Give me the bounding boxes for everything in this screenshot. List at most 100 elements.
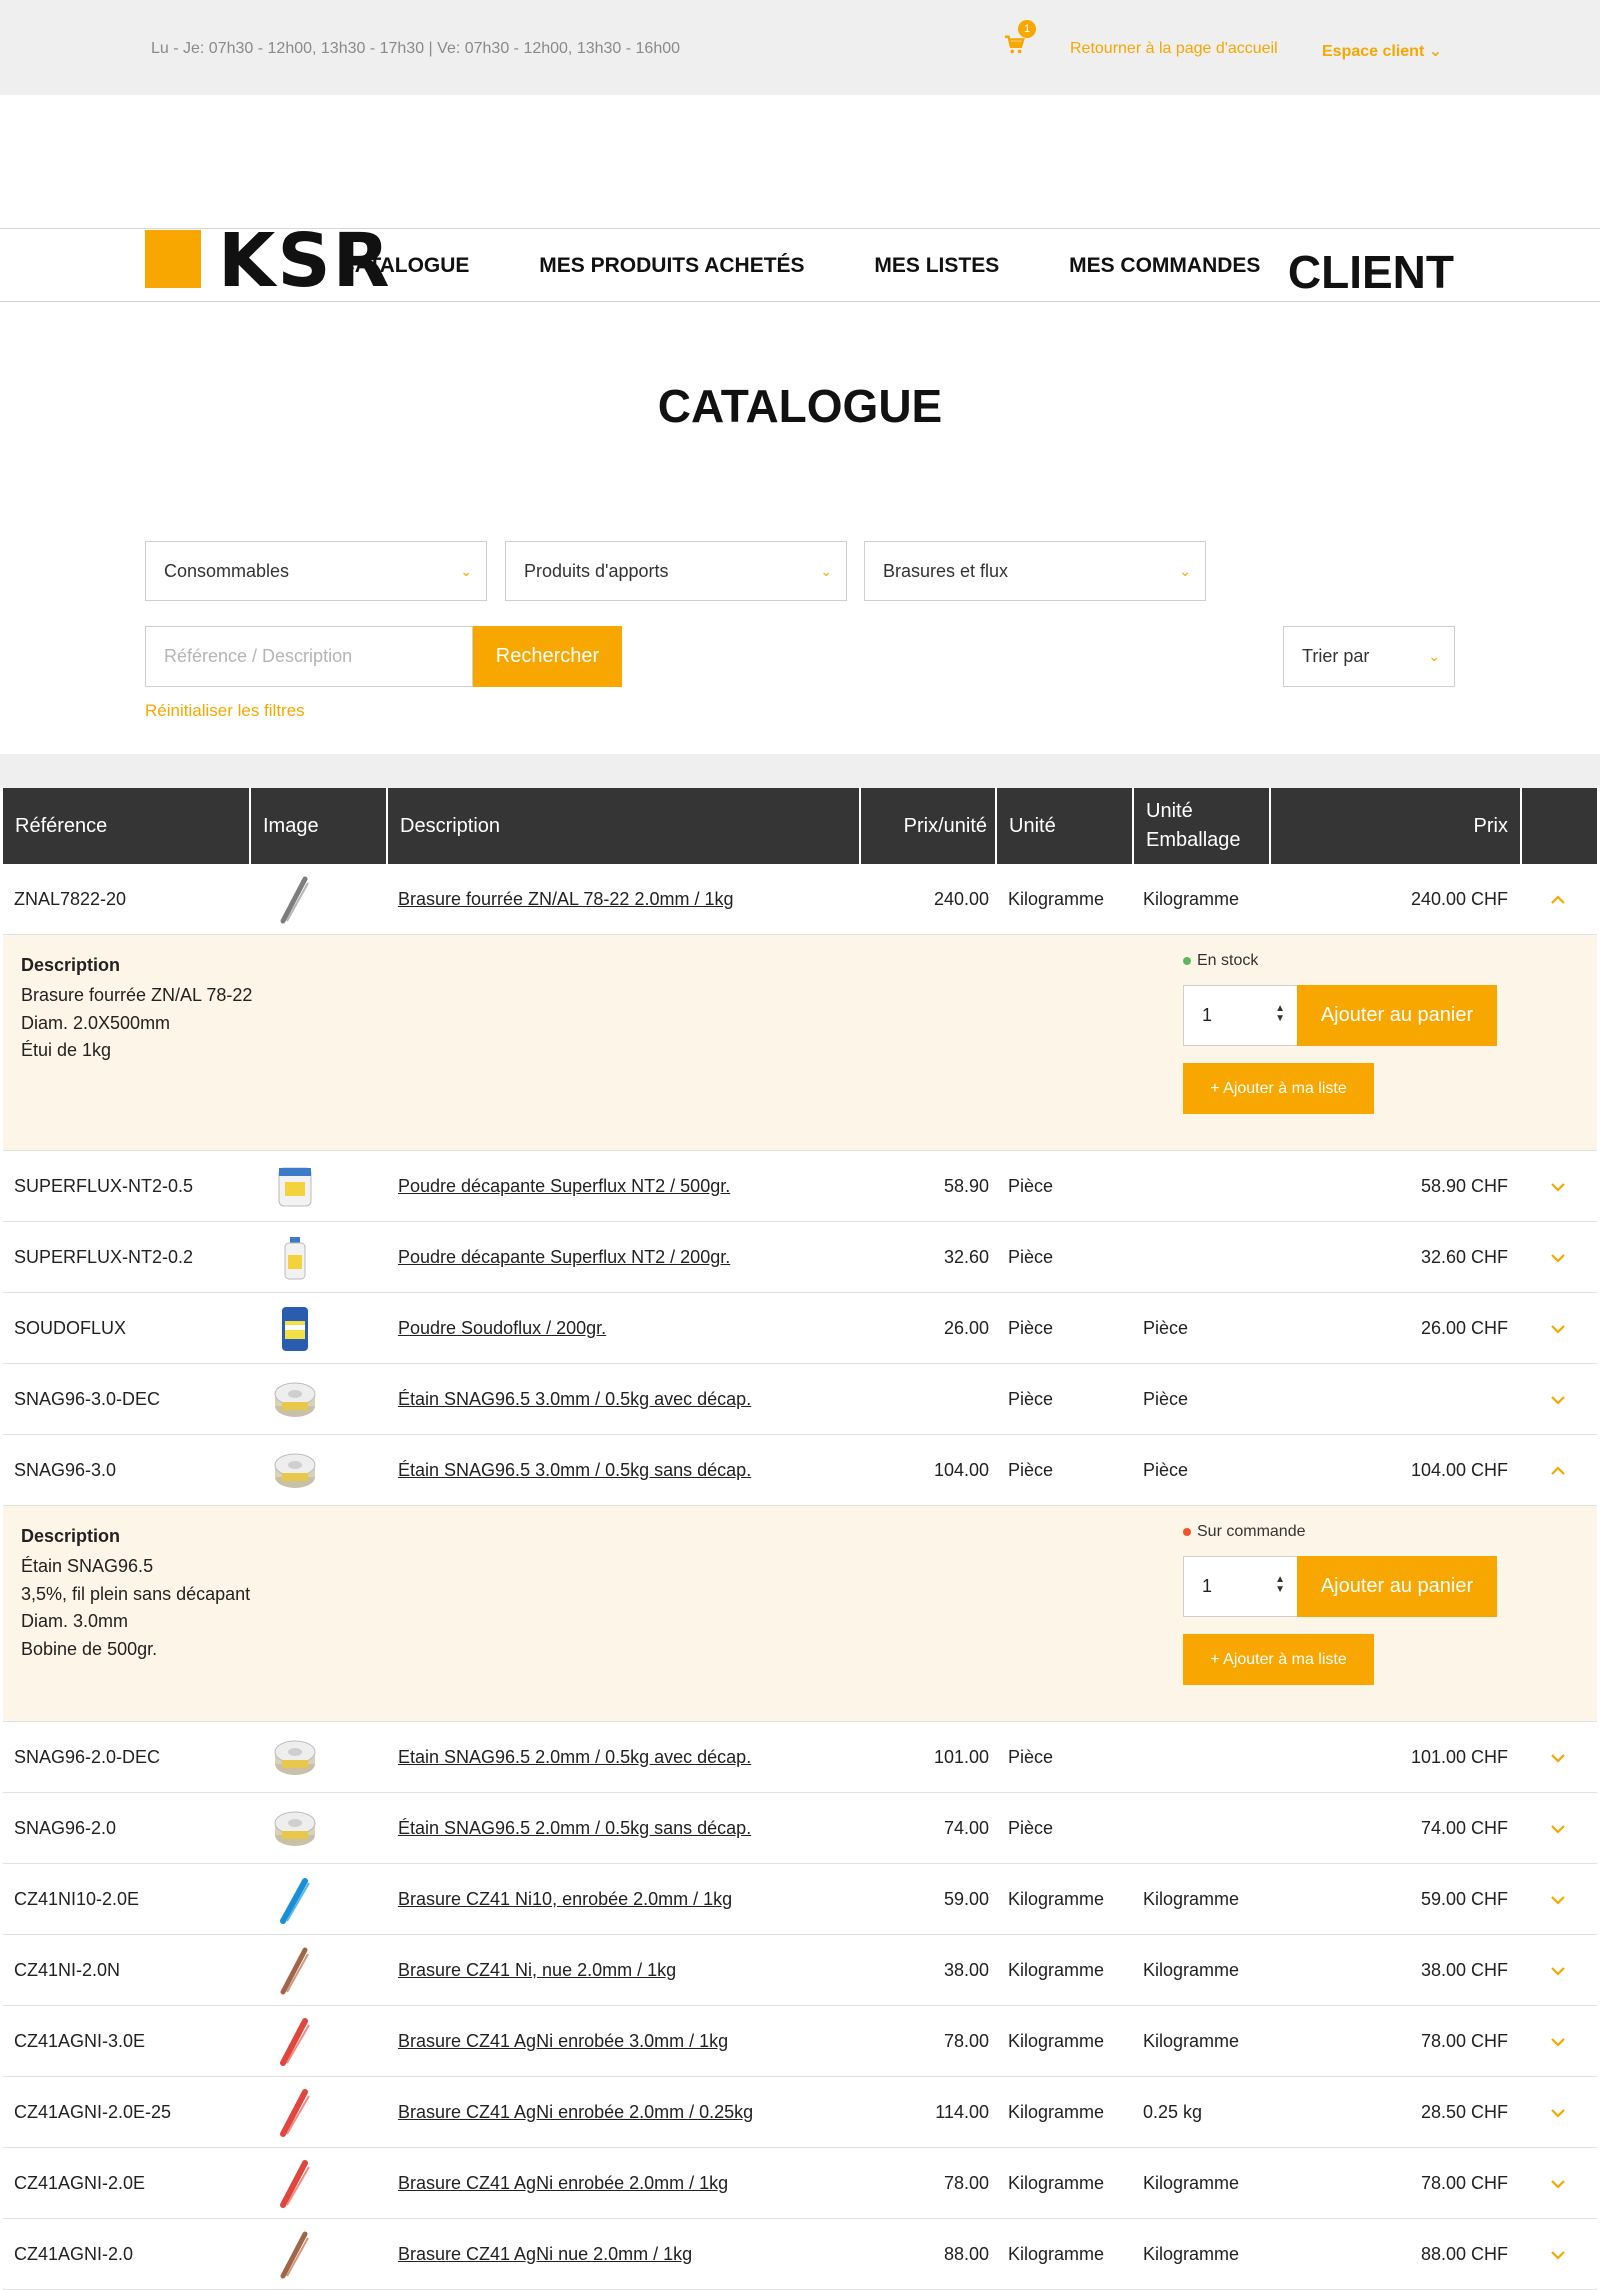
product-description-link[interactable]: Brasure CZ41 AgNi enrobée 2.0mm / 0.25kg [398, 2077, 753, 2148]
table-row[interactable]: SNAG96-3.0-DEC Étain SNAG96.5 3.0mm / 0.… [3, 1364, 1597, 1435]
product-description-link[interactable]: Brasure CZ41 Ni, nue 2.0mm / 1kg [398, 1935, 676, 2006]
search-button[interactable]: Rechercher [473, 626, 622, 687]
product-description-link[interactable]: Etain SNAG96.5 2.0mm / 0.5kg avec décap. [398, 1722, 751, 1793]
add-to-cart-button[interactable]: Ajouter au panier [1297, 985, 1497, 1046]
table-row[interactable]: SNAG96-3.0 Étain SNAG96.5 3.0mm / 0.5kg … [3, 1435, 1597, 1506]
table-row[interactable]: CZ41AGNI-2.0E-25 Brasure CZ41 AgNi enrob… [3, 2077, 1597, 2148]
product-description-link[interactable]: Brasure CZ41 Ni10, enrobée 2.0mm / 1kg [398, 1864, 732, 1935]
chevron-down-icon[interactable] [1543, 1864, 1573, 1935]
top-bar: Lu - Je: 07h30 - 12h00, 13h30 - 17h30 | … [0, 0, 1600, 95]
logo[interactable]: KSR [218, 218, 392, 304]
nav-mes-produits-achetes[interactable]: MES PRODUITS ACHETÉS [539, 229, 804, 302]
chevron-down-icon[interactable] [1543, 1722, 1573, 1793]
spinner-icon[interactable]: ▲ ▼ [1275, 1004, 1285, 1024]
table-row[interactable]: CZ41AGNI-2.0 Brasure CZ41 AgNi nue 2.0mm… [3, 2219, 1597, 2290]
product-description-link[interactable]: Poudre Soudoflux / 200gr. [398, 1293, 606, 1364]
detail-text: Étain SNAG96.5 3,5%, fil plein sans décap… [21, 1553, 250, 1663]
row-unit-price: 78.00 [943, 2173, 989, 2193]
table-row[interactable]: ZNAL7822-20 Brasure fourrée ZN/AL 78-22 … [3, 864, 1597, 935]
home-link[interactable]: Retourner à la page d'accueil [1070, 40, 1278, 58]
product-thumbnail[interactable] [265, 2219, 325, 2290]
detail-line: 3,5%, fil plein sans décapant [21, 1583, 251, 1604]
row-price: 240.00 CHF [1410, 889, 1508, 909]
stock-dot-icon [1183, 1527, 1191, 1536]
row-price: 101.00 CHF [1410, 1747, 1508, 1767]
search-input[interactable]: Référence / Description [145, 626, 473, 687]
reset-filters-link[interactable]: Réinitialiser les filtres [145, 701, 305, 721]
product-description-link[interactable]: Brasure CZ41 AgNi nue 2.0mm / 1kg [398, 2219, 692, 2290]
product-description-link[interactable]: Poudre décapante Superflux NT2 / 200gr. [398, 1222, 730, 1293]
product-thumbnail[interactable] [265, 1435, 325, 1506]
product-description-link[interactable]: Poudre décapante Superflux NT2 / 500gr. [398, 1151, 730, 1222]
col-header-prix[interactable]: Prix [1271, 788, 1522, 864]
chevron-up-icon[interactable] [1543, 864, 1573, 935]
nav-mes-listes[interactable]: MES LISTES [874, 229, 999, 302]
add-to-list-button[interactable]: + Ajouter à ma liste [1183, 1634, 1374, 1685]
row-packaging-unit: Pièce [1143, 1318, 1189, 1338]
product-description-link[interactable]: Étain SNAG96.5 3.0mm / 0.5kg avec décap. [398, 1364, 751, 1435]
chevron-down-icon[interactable] [1543, 1364, 1573, 1435]
row-unit: Kilogramme [1008, 889, 1105, 909]
quantity-stepper[interactable]: 1 ▲ ▼ [1183, 985, 1298, 1046]
chevron-down-icon[interactable] [1543, 2219, 1573, 2290]
row-packaging-unit: Kilogramme [1143, 2244, 1240, 2264]
chevron-down-icon[interactable] [1543, 2148, 1573, 2219]
col-header-description[interactable]: Description [388, 788, 861, 864]
chevron-down-icon[interactable] [1543, 1293, 1573, 1364]
espace-client-menu[interactable]: Espace client ⌄ [1322, 41, 1442, 61]
product-thumbnail[interactable] [265, 1935, 325, 2006]
chevron-down-icon[interactable] [1543, 1935, 1573, 2006]
catalogue-table: Référence Image Description Prix/unité U… [3, 788, 1597, 2290]
product-thumbnail[interactable] [265, 1722, 325, 1793]
product-thumbnail[interactable] [265, 1151, 325, 1222]
table-row[interactable]: SNAG96-2.0 Étain SNAG96.5 2.0mm / 0.5kg … [3, 1793, 1597, 1864]
row-detail-panel: Description Brasure fourrée ZN/AL 78-22 D… [3, 935, 1597, 1151]
family-select[interactable]: Brasures et flux ⌄ [864, 541, 1206, 601]
product-description-link[interactable]: Brasure CZ41 AgNi enrobée 2.0mm / 1kg [398, 2148, 728, 2219]
row-unit-price: 59.00 [943, 1889, 989, 1909]
col-header-prix-unite[interactable]: Prix/unité [861, 788, 997, 864]
row-unit: Kilogramme [1008, 2102, 1105, 2122]
table-row[interactable]: CZ41AGNI-2.0E Brasure CZ41 AgNi enrobée … [3, 2148, 1597, 2219]
table-row[interactable]: CZ41AGNI-3.0E Brasure CZ41 AgNi enrobée … [3, 2006, 1597, 2077]
chevron-down-icon[interactable] [1543, 1793, 1573, 1864]
chevron-down-icon[interactable] [1543, 1222, 1573, 1293]
quantity-stepper[interactable]: 1 ▲ ▼ [1183, 1556, 1298, 1617]
product-thumbnail[interactable] [265, 2148, 325, 2219]
row-unit: Kilogramme [1008, 1960, 1105, 1980]
product-thumbnail[interactable] [265, 1293, 325, 1364]
col-header-reference[interactable]: Référence [3, 788, 251, 864]
row-unit: Kilogramme [1008, 2031, 1105, 2051]
product-thumbnail[interactable] [265, 864, 325, 935]
product-thumbnail[interactable] [265, 2006, 325, 2077]
nav-mes-commandes[interactable]: MES COMMANDES [1069, 229, 1260, 302]
chevron-down-icon[interactable] [1543, 2006, 1573, 2077]
add-to-list-button[interactable]: + Ajouter à ma liste [1183, 1063, 1374, 1114]
row-unit-price: 78.00 [943, 2031, 989, 2051]
product-description-link[interactable]: Étain SNAG96.5 2.0mm / 0.5kg sans décap. [398, 1793, 751, 1864]
product-description-link[interactable]: Étain SNAG96.5 3.0mm / 0.5kg sans décap. [398, 1435, 751, 1506]
product-thumbnail[interactable] [265, 1364, 325, 1435]
table-row[interactable]: SUPERFLUX-NT2-0.2 Poudre décapante Super… [3, 1222, 1597, 1293]
table-row[interactable]: CZ41NI-2.0N Brasure CZ41 Ni, nue 2.0mm /… [3, 1935, 1597, 2006]
product-thumbnail[interactable] [265, 1864, 325, 1935]
chevron-down-icon[interactable] [1543, 1151, 1573, 1222]
table-row[interactable]: SUPERFLUX-NT2-0.5 Poudre décapante Super… [3, 1151, 1597, 1222]
chevron-up-icon[interactable] [1543, 1435, 1573, 1506]
product-thumbnail[interactable] [265, 1793, 325, 1864]
subcategory-select[interactable]: Produits d'apports ⌄ [505, 541, 847, 601]
product-description-link[interactable]: Brasure fourrée ZN/AL 78-22 2.0mm / 1kg [398, 864, 733, 935]
product-thumbnail[interactable] [265, 2077, 325, 2148]
row-unit-price: 32.60 [943, 1247, 989, 1267]
category-select[interactable]: Consommables ⌄ [145, 541, 487, 601]
chevron-down-icon[interactable] [1543, 2077, 1573, 2148]
table-row[interactable]: SNAG96-2.0-DEC Etain SNAG96.5 2.0mm / 0.… [3, 1722, 1597, 1793]
add-to-cart-button[interactable]: Ajouter au panier [1297, 1556, 1497, 1617]
row-unit: Kilogramme [1008, 1889, 1105, 1909]
table-row[interactable]: CZ41NI10-2.0E Brasure CZ41 Ni10, enrobée… [3, 1864, 1597, 1935]
spinner-icon[interactable]: ▲ ▼ [1275, 1575, 1285, 1595]
sort-select[interactable]: Trier par ⌄ [1283, 626, 1455, 687]
product-thumbnail[interactable] [265, 1222, 325, 1293]
product-description-link[interactable]: Brasure CZ41 AgNi enrobée 3.0mm / 1kg [398, 2006, 728, 2077]
table-row[interactable]: SOUDOFLUX Poudre Soudoflux / 200gr. 26.0… [3, 1293, 1597, 1364]
